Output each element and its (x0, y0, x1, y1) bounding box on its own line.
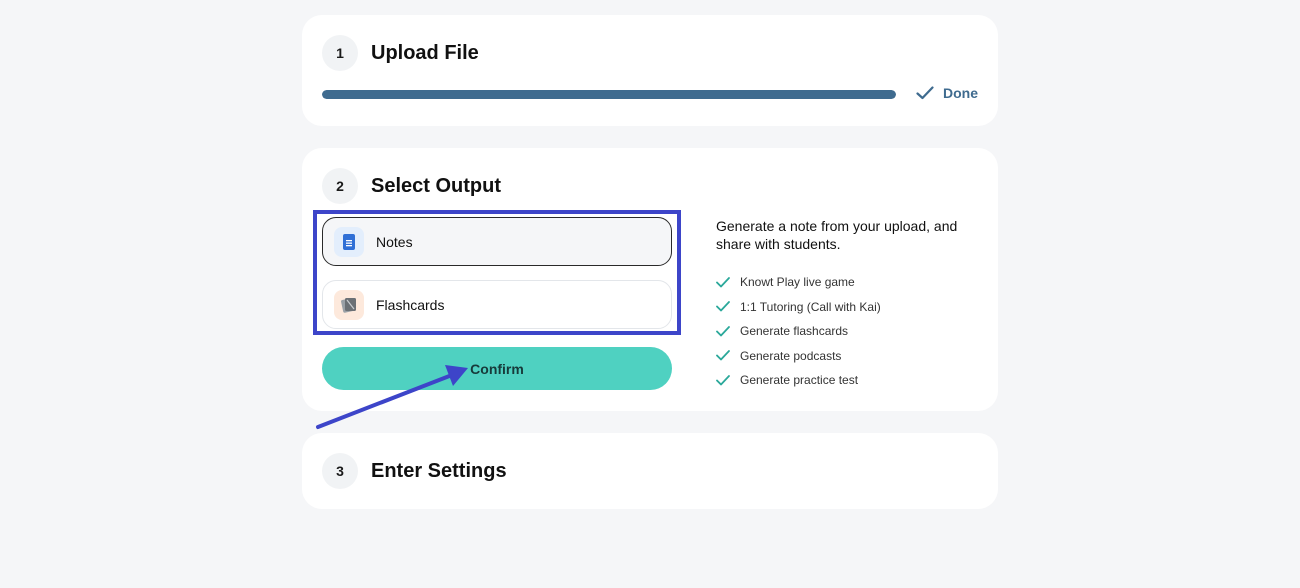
check-icon (716, 301, 740, 312)
check-icon (716, 325, 740, 337)
flashcards-icon (334, 289, 364, 320)
upload-status-label: Done (943, 85, 978, 101)
check-icon (716, 374, 740, 386)
step-header: 3 Enter Settings (322, 453, 507, 489)
feature-item: Knowt Play live game (716, 270, 881, 295)
upload-status: Done (916, 85, 978, 101)
output-option-notes[interactable]: Notes (322, 217, 672, 266)
step-upload-card: 1 Upload File Done (302, 15, 998, 126)
feature-label: Knowt Play live game (740, 275, 855, 290)
document-icon (334, 226, 364, 257)
feature-item: Generate flashcards (716, 319, 881, 344)
step-header: 2 Select Output (322, 168, 501, 204)
feature-item: 1:1 Tutoring (Call with Kai) (716, 295, 881, 320)
check-icon (916, 86, 934, 100)
step-output-card: 2 Select Output Notes Flashcards Confirm… (302, 148, 998, 411)
output-description: Generate a note from your upload, and sh… (716, 218, 958, 252)
feature-label: Generate podcasts (740, 348, 842, 363)
page: 1 Upload File Done 2 Select Output Notes… (0, 0, 1300, 588)
check-icon (716, 350, 740, 361)
step-header: 1 Upload File (322, 35, 479, 71)
feature-list: Knowt Play live game 1:1 Tutoring (Call … (716, 270, 881, 393)
step-settings-card: 3 Enter Settings (302, 433, 998, 509)
upload-progress-bar (322, 90, 896, 99)
check-icon (716, 276, 740, 288)
confirm-button[interactable]: Confirm (322, 347, 672, 390)
output-option-flashcards[interactable]: Flashcards (322, 280, 672, 329)
step-number-badge: 2 (322, 168, 358, 204)
step-title: Enter Settings (371, 459, 507, 482)
feature-label: Generate flashcards (740, 324, 849, 339)
upload-progress-fill (322, 90, 896, 99)
feature-item: Generate practice test (716, 368, 881, 393)
option-label: Notes (376, 233, 413, 250)
option-label: Flashcards (376, 296, 445, 313)
step-title: Select Output (371, 174, 502, 197)
feature-label: Generate practice test (740, 373, 859, 388)
step-title: Upload File (371, 41, 479, 64)
step-number-badge: 3 (322, 453, 358, 489)
feature-label: 1:1 Tutoring (Call with Kai) (740, 299, 881, 314)
step-number-badge: 1 (322, 35, 358, 71)
feature-item: Generate podcasts (716, 344, 881, 369)
